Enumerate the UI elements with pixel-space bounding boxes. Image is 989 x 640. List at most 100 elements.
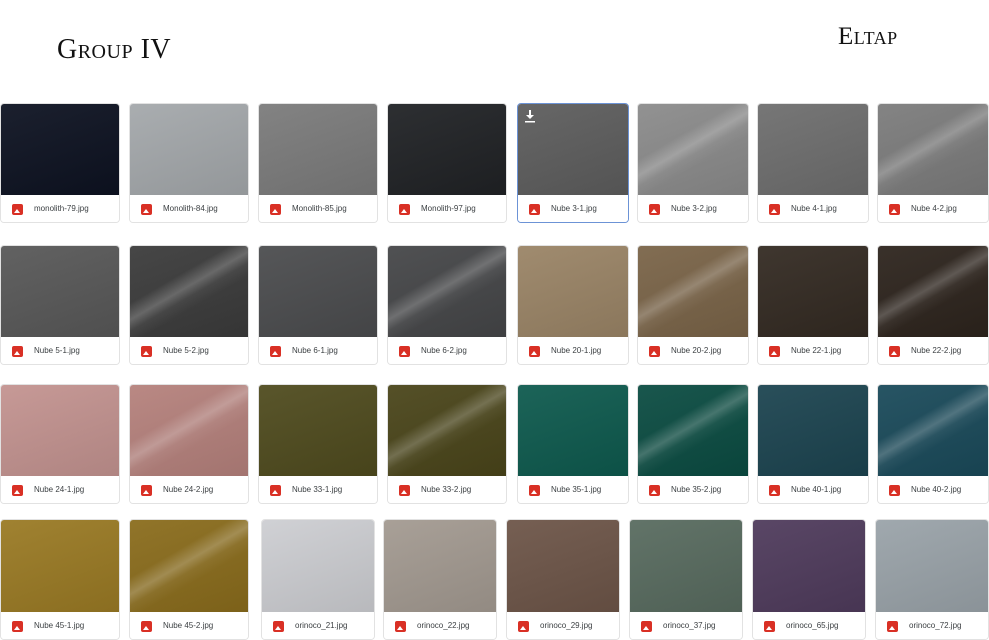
- file-thumbnail: [758, 104, 868, 195]
- file-caption: orinoco_21.jpg: [262, 612, 374, 639]
- file-name: Nube 35-1.jpg: [551, 485, 602, 494]
- file-name: Nube 20-2.jpg: [671, 346, 722, 355]
- file-caption: Monolith-84.jpg: [130, 195, 248, 222]
- file-name: Nube 45-2.jpg: [163, 621, 214, 630]
- file-name: Nube 22-1.jpg: [791, 346, 842, 355]
- file-thumbnail: [384, 520, 496, 612]
- file-name: Monolith-85.jpg: [292, 204, 347, 213]
- file-caption: Nube 45-1.jpg: [1, 612, 119, 639]
- brand-title: Eltap: [838, 23, 898, 50]
- file-thumbnail: [130, 385, 248, 476]
- image-file-icon: [12, 485, 23, 496]
- file-name: Nube 3-2.jpg: [671, 204, 717, 213]
- file-thumbnail: [1, 246, 119, 337]
- file-thumbnail: [130, 104, 248, 195]
- file-tile[interactable]: Nube 40-2.jpg: [877, 384, 989, 504]
- file-name: Nube 6-1.jpg: [292, 346, 338, 355]
- file-tile[interactable]: Nube 5-1.jpg: [0, 245, 120, 365]
- image-file-icon: [529, 346, 540, 357]
- image-file-icon: [12, 621, 23, 632]
- file-caption: Nube 3-2.jpg: [638, 195, 748, 222]
- file-tile[interactable]: orinoco_22.jpg: [383, 519, 497, 640]
- file-thumbnail: [1, 385, 119, 476]
- file-thumbnail: [518, 246, 628, 337]
- file-name: Nube 4-2.jpg: [911, 204, 957, 213]
- file-tile[interactable]: orinoco_37.jpg: [629, 519, 743, 640]
- file-tile[interactable]: monolith-79.jpg: [0, 103, 120, 223]
- file-caption: orinoco_37.jpg: [630, 612, 742, 639]
- file-name: Nube 33-2.jpg: [421, 485, 472, 494]
- file-thumbnail: [507, 520, 619, 612]
- file-caption: orinoco_22.jpg: [384, 612, 496, 639]
- file-caption: Nube 33-1.jpg: [259, 476, 377, 503]
- file-tile[interactable]: Nube 45-2.jpg: [129, 519, 249, 640]
- file-tile[interactable]: Nube 22-2.jpg: [877, 245, 989, 365]
- image-file-icon: [141, 346, 152, 357]
- file-tile[interactable]: Nube 6-2.jpg: [387, 245, 507, 365]
- file-caption: Nube 40-2.jpg: [878, 476, 988, 503]
- file-tile[interactable]: Nube 22-1.jpg: [757, 245, 869, 365]
- file-caption: Monolith-97.jpg: [388, 195, 506, 222]
- file-thumbnail: [259, 385, 377, 476]
- file-tile[interactable]: Nube 4-1.jpg: [757, 103, 869, 223]
- file-tile[interactable]: Nube 24-1.jpg: [0, 384, 120, 504]
- file-tile[interactable]: Monolith-85.jpg: [258, 103, 378, 223]
- image-file-icon: [769, 346, 780, 357]
- file-thumbnail: [518, 104, 628, 195]
- file-tile[interactable]: Nube 45-1.jpg: [0, 519, 120, 640]
- file-caption: Nube 5-2.jpg: [130, 337, 248, 364]
- image-file-icon: [764, 621, 775, 632]
- file-tile[interactable]: Monolith-84.jpg: [129, 103, 249, 223]
- file-tile[interactable]: Nube 33-1.jpg: [258, 384, 378, 504]
- file-name: Nube 24-2.jpg: [163, 485, 214, 494]
- file-tile[interactable]: orinoco_65.jpg: [752, 519, 866, 640]
- image-file-icon: [529, 485, 540, 496]
- file-caption: Nube 40-1.jpg: [758, 476, 868, 503]
- image-file-icon: [273, 621, 284, 632]
- file-name: Nube 33-1.jpg: [292, 485, 343, 494]
- file-tile[interactable]: orinoco_29.jpg: [506, 519, 620, 640]
- file-thumbnail: [130, 520, 248, 612]
- file-tile[interactable]: orinoco_21.jpg: [261, 519, 375, 640]
- file-name: Nube 20-1.jpg: [551, 346, 602, 355]
- file-caption: Nube 22-1.jpg: [758, 337, 868, 364]
- image-file-icon: [399, 485, 410, 496]
- file-name: Nube 22-2.jpg: [911, 346, 962, 355]
- file-name: Nube 40-2.jpg: [911, 485, 962, 494]
- file-tile[interactable]: Nube 5-2.jpg: [129, 245, 249, 365]
- file-caption: Nube 6-2.jpg: [388, 337, 506, 364]
- file-name: monolith-79.jpg: [34, 204, 89, 213]
- file-tile[interactable]: Nube 4-2.jpg: [877, 103, 989, 223]
- file-tile[interactable]: Nube 20-2.jpg: [637, 245, 749, 365]
- file-tile[interactable]: Nube 24-2.jpg: [129, 384, 249, 504]
- file-tile[interactable]: Nube 40-1.jpg: [757, 384, 869, 504]
- image-file-icon: [270, 204, 281, 215]
- file-name: orinoco_29.jpg: [540, 621, 593, 630]
- file-tile[interactable]: Nube 3-2.jpg: [637, 103, 749, 223]
- file-thumbnail: [259, 104, 377, 195]
- image-file-icon: [399, 204, 410, 215]
- file-tile[interactable]: Monolith-97.jpg: [387, 103, 507, 223]
- image-file-icon: [649, 346, 660, 357]
- file-tile[interactable]: orinoco_72.jpg: [875, 519, 989, 640]
- file-tile[interactable]: Nube 33-2.jpg: [387, 384, 507, 504]
- file-thumbnail: [130, 246, 248, 337]
- file-tile[interactable]: Nube 35-2.jpg: [637, 384, 749, 504]
- image-file-icon: [769, 485, 780, 496]
- image-file-icon: [12, 346, 23, 357]
- file-tile[interactable]: Nube 20-1.jpg: [517, 245, 629, 365]
- file-thumbnail: [1, 520, 119, 612]
- file-thumbnail: [876, 520, 988, 612]
- file-name: Nube 35-2.jpg: [671, 485, 722, 494]
- file-thumbnail: [262, 520, 374, 612]
- file-name: Nube 5-1.jpg: [34, 346, 80, 355]
- file-caption: monolith-79.jpg: [1, 195, 119, 222]
- download-icon[interactable]: [524, 109, 536, 123]
- image-file-icon: [270, 346, 281, 357]
- file-caption: Nube 35-2.jpg: [638, 476, 748, 503]
- file-tile[interactable]: Nube 35-1.jpg: [517, 384, 629, 504]
- file-thumbnail: [388, 104, 506, 195]
- file-tile[interactable]: Nube 6-1.jpg: [258, 245, 378, 365]
- file-tile[interactable]: Nube 3-1.jpg: [517, 103, 629, 223]
- file-caption: Nube 6-1.jpg: [259, 337, 377, 364]
